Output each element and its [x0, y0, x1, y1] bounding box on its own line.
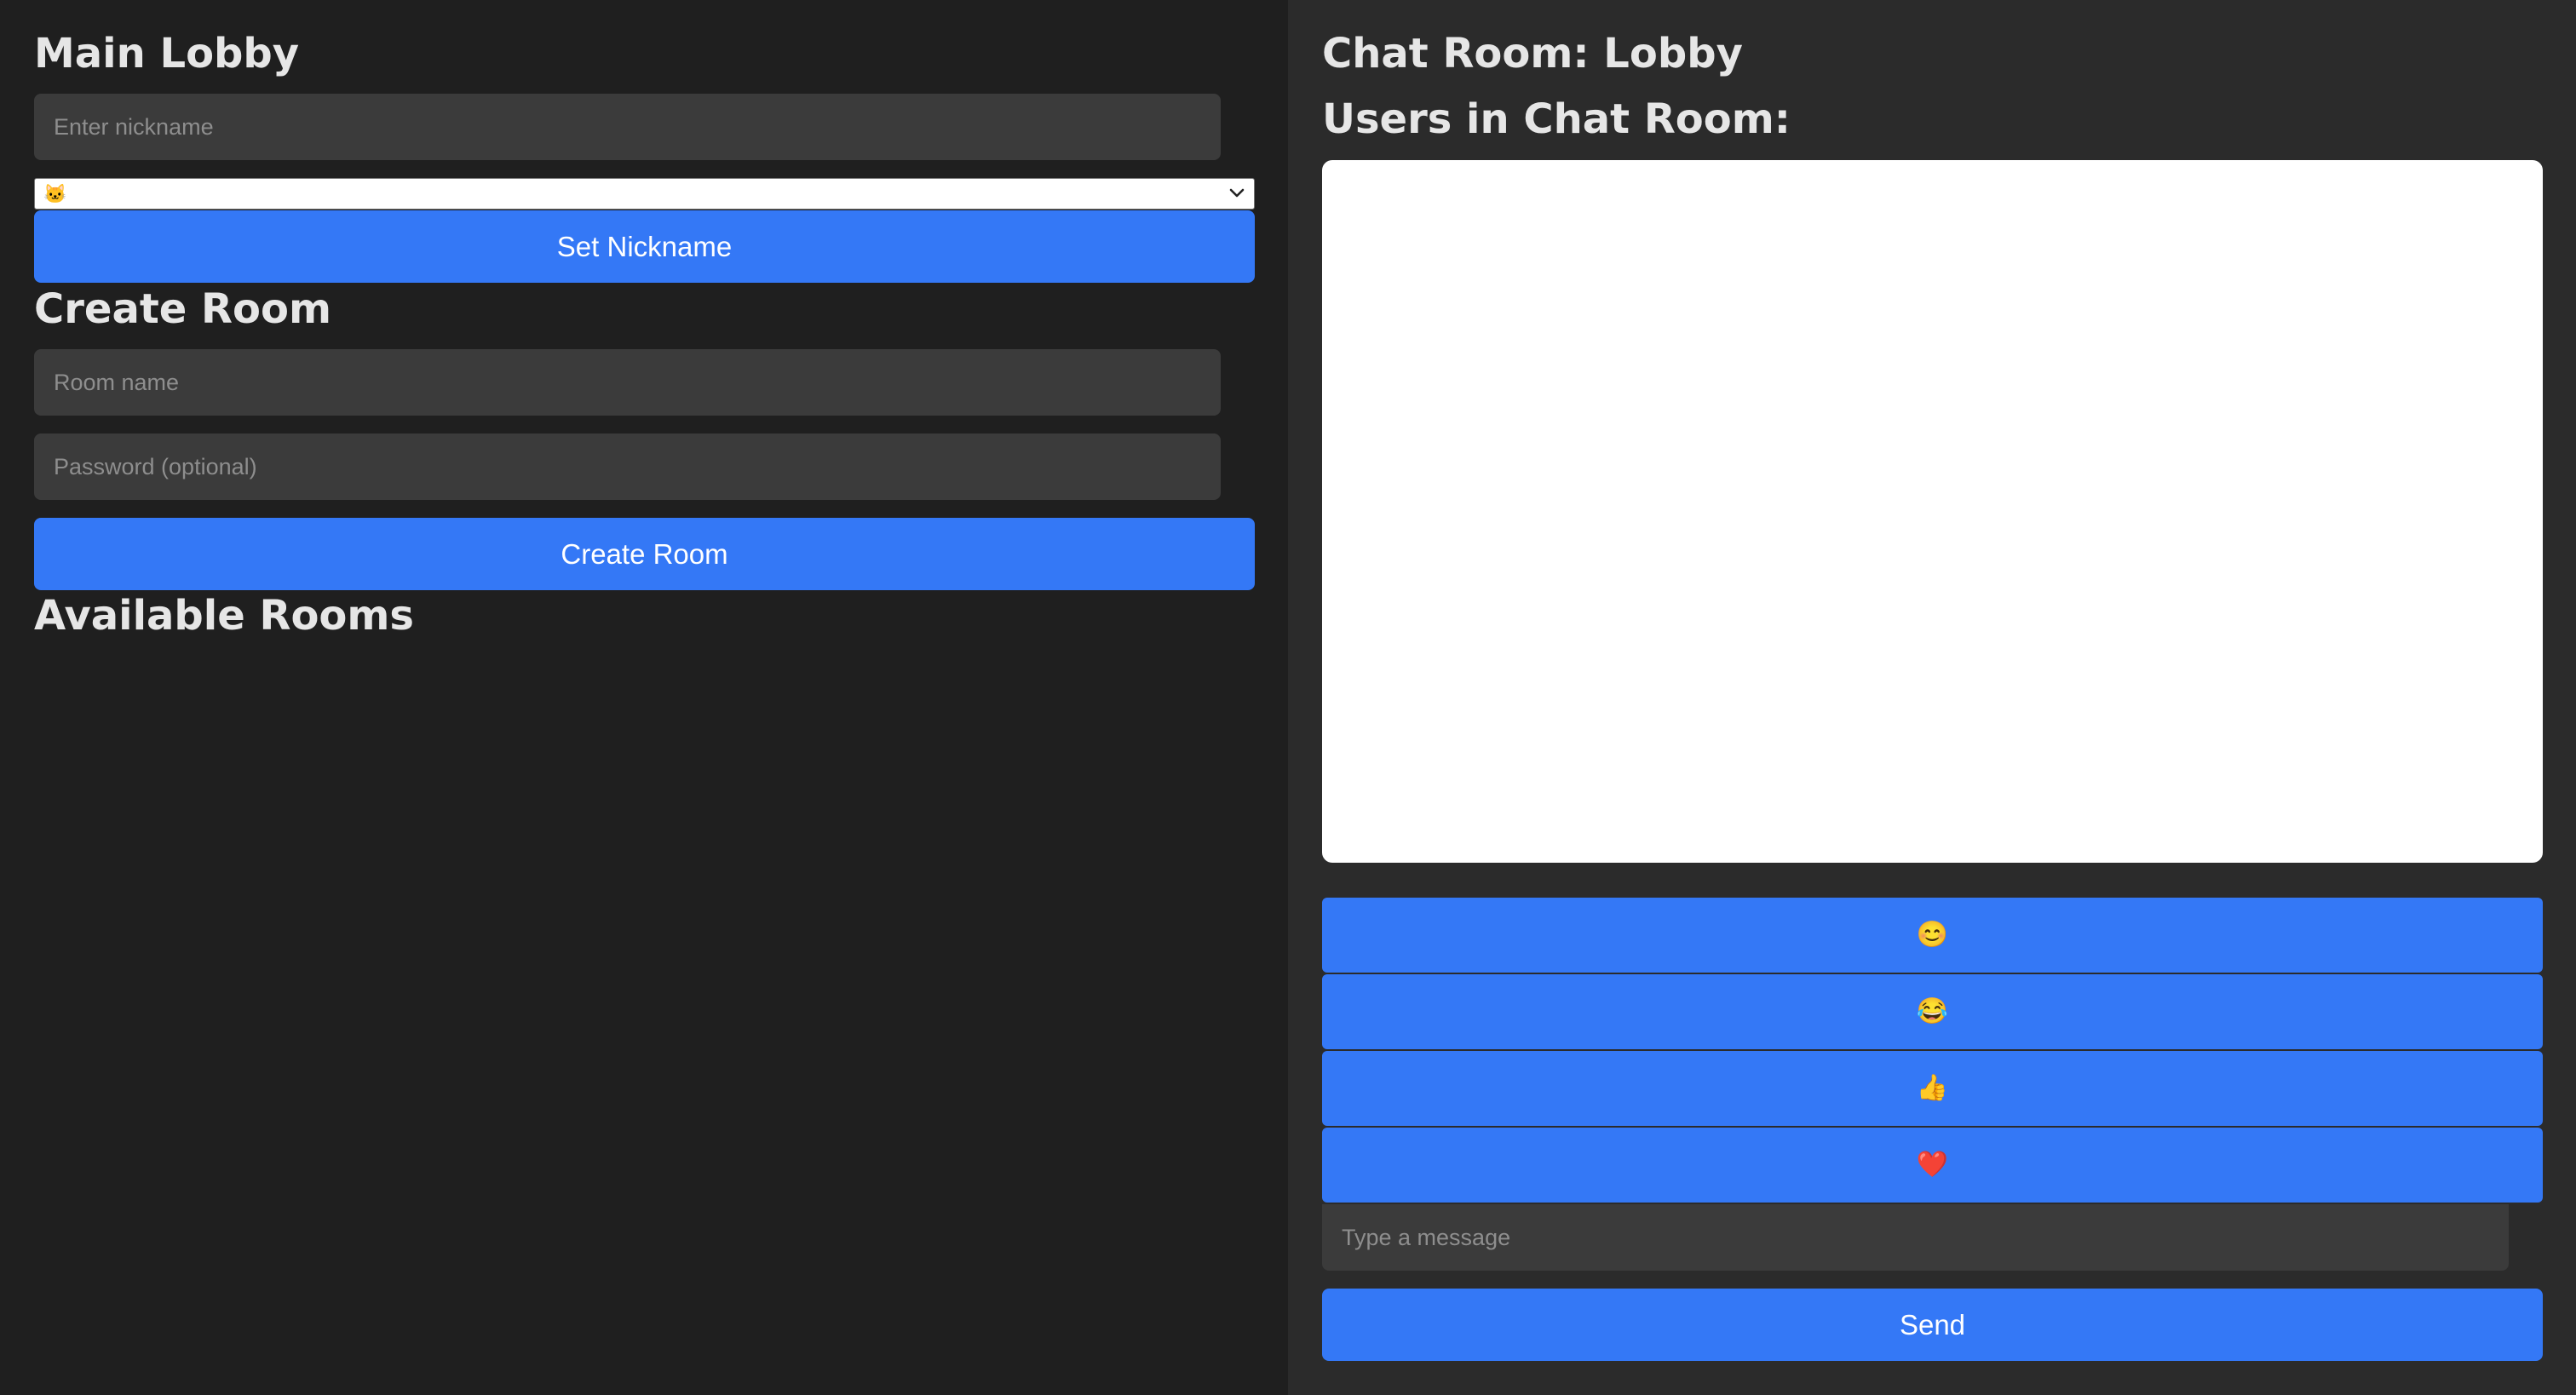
chat-panel: Chat Room: Lobby Users in Chat Room: 😊 😂… [1288, 0, 2576, 1395]
room-password-input[interactable] [34, 433, 1221, 500]
users-heading: Users in Chat Room: [1322, 95, 1791, 143]
avatar-select[interactable]: 🐱 [34, 178, 1255, 210]
emoji-heart-button[interactable]: ❤️ [1322, 1128, 2543, 1203]
laugh-emoji-icon: 😂 [1916, 997, 1949, 1025]
heart-emoji-icon: ❤️ [1916, 1151, 1949, 1179]
emoji-laugh-button[interactable]: 😂 [1322, 974, 2543, 1049]
chevron-down-icon [1229, 188, 1245, 198]
emoji-smile-button[interactable]: 😊 [1322, 898, 2543, 973]
app: Main Lobby 🐱 Set Nickname Create Room Cr… [0, 0, 2576, 1395]
message-input[interactable] [1322, 1204, 2509, 1271]
send-button[interactable]: Send [1322, 1289, 2543, 1361]
users-list [1322, 160, 2543, 863]
thumbs-up-emoji-icon: 👍 [1916, 1074, 1949, 1102]
create-room-title: Create Room [34, 285, 331, 333]
create-room-button[interactable]: Create Room [34, 518, 1255, 590]
available-rooms-title: Available Rooms [34, 592, 414, 640]
set-nickname-button[interactable]: Set Nickname [34, 210, 1255, 283]
nickname-input[interactable] [34, 94, 1221, 160]
smile-emoji-icon: 😊 [1916, 921, 1949, 949]
room-list [34, 647, 1255, 1363]
emoji-thumbs-up-button[interactable]: 👍 [1322, 1051, 2543, 1126]
lobby-title: Main Lobby [34, 30, 300, 78]
chat-room-title: Chat Room: Lobby [1322, 30, 1743, 78]
lobby-panel: Main Lobby 🐱 Set Nickname Create Room Cr… [0, 0, 1288, 1395]
room-name-input[interactable] [34, 349, 1221, 416]
avatar-select-value: 🐱 [43, 182, 67, 204]
